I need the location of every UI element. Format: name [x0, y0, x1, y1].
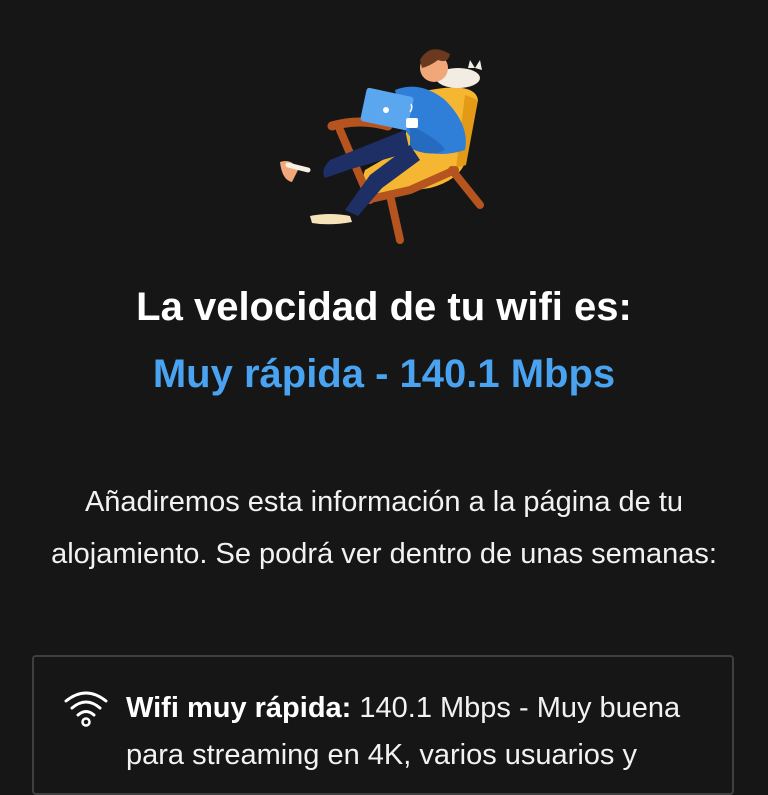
wifi-info-text: Wifi muy rápida: 140.1 Mbps - Muy buena … [126, 685, 726, 779]
speed-value: Muy rápida - 140.1 Mbps [152, 352, 616, 396]
description-text: Añadiremos esta información a la página … [51, 486, 717, 570]
result-title: La velocidad de tu wifi es: [136, 285, 632, 329]
person-with-laptop-illustration [280, 49, 484, 244]
wifi-icon [64, 691, 108, 727]
wifi-info-card: Wifi muy rápida: 140.1 Mbps - Muy buena … [32, 655, 734, 795]
wifi-info-label: Wifi muy rápida: [126, 692, 352, 724]
